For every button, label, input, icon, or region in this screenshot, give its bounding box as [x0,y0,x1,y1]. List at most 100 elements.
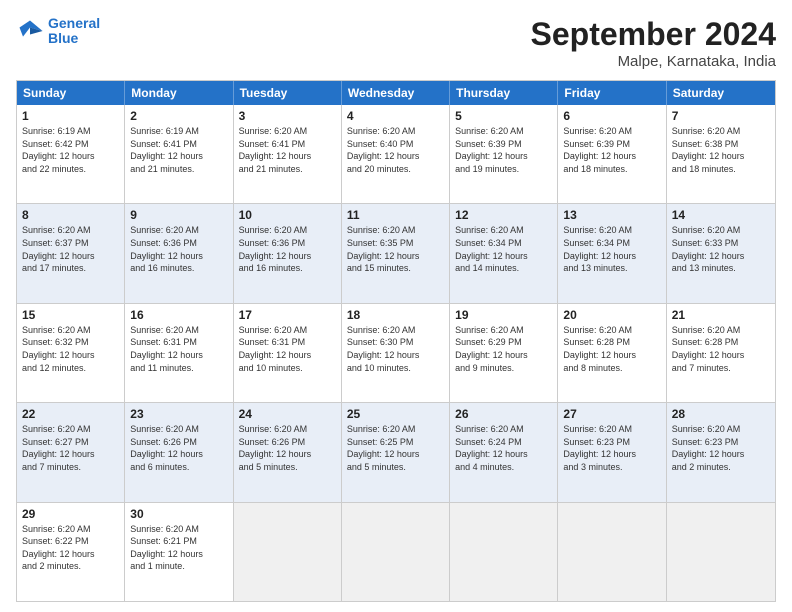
day-number: 11 [347,208,444,222]
day-number: 5 [455,109,552,123]
cal-cell-r0-c3: 4Sunrise: 6:20 AM Sunset: 6:40 PM Daylig… [342,105,450,203]
day-info: Sunrise: 6:19 AM Sunset: 6:41 PM Dayligh… [130,125,227,175]
cal-cell-r3-c1: 23 Sunrise: 6:20 AM Sunset: 6:26 PM Dayli… [125,403,233,501]
cal-cell-r2-c0: 15 Sunrise: 6:20 AM Sunset: 6:32 PM Dayli… [17,304,125,402]
cal-cell-r4-c4 [450,503,558,601]
cal-cell-r4-c2 [234,503,342,601]
header-tuesday: Tuesday [234,81,342,105]
cal-row-0: 1 Sunrise: 6:19 AM Sunset: 6:42 PM Daylig… [17,105,775,203]
day-number: 19 [455,308,552,322]
day-number: 6 [563,109,660,123]
day-info: Sunrise: 6:20 AM Sunset: 6:36 PM Dayligh… [130,224,227,274]
cal-cell-r3-c0: 22 Sunrise: 6:20 AM Sunset: 6:27 PM Dayli… [17,403,125,501]
day-number: 24 [239,407,336,421]
day-number: 20 [563,308,660,322]
day-number: 1 [22,109,119,123]
day-info: Sunrise: 6:20 AM Sunset: 6:21 PM Dayligh… [130,523,227,573]
day-number: 17 [239,308,336,322]
cal-cell-r0-c1: 2 Sunrise: 6:19 AM Sunset: 6:41 PM Daylig… [125,105,233,203]
logo: General Blue [16,16,100,47]
cal-cell-r4-c3 [342,503,450,601]
cal-cell-r3-c2: 24Sunrise: 6:20 AM Sunset: 6:26 PM Dayli… [234,403,342,501]
day-number: 23 [130,407,227,421]
day-number: 22 [22,407,119,421]
day-number: 25 [347,407,444,421]
day-info: Sunrise: 6:20 AM Sunset: 6:32 PM Dayligh… [22,324,119,374]
cal-cell-r0-c5: 6 Sunrise: 6:20 AM Sunset: 6:39 PM Daylig… [558,105,666,203]
day-info: Sunrise: 6:20 AM Sunset: 6:41 PM Dayligh… [239,125,336,175]
day-number: 9 [130,208,227,222]
day-number: 15 [22,308,119,322]
day-number: 29 [22,507,119,521]
cal-cell-r2-c5: 20 Sunrise: 6:20 AM Sunset: 6:28 PM Dayli… [558,304,666,402]
cal-cell-r0-c6: 7Sunrise: 6:20 AM Sunset: 6:38 PM Daylig… [667,105,775,203]
cal-cell-r0-c4: 5 Sunrise: 6:20 AM Sunset: 6:39 PM Daylig… [450,105,558,203]
cal-cell-r1-c6: 14 Sunrise: 6:20 AM Sunset: 6:33 PM Dayli… [667,204,775,302]
day-info: Sunrise: 6:20 AM Sunset: 6:33 PM Dayligh… [672,224,770,274]
day-number: 2 [130,109,227,123]
day-info: Sunrise: 6:20 AM Sunset: 6:23 PM Dayligh… [672,423,770,473]
calendar-body: 1 Sunrise: 6:19 AM Sunset: 6:42 PM Daylig… [17,105,775,601]
day-number: 8 [22,208,119,222]
header-saturday: Saturday [667,81,775,105]
day-info: Sunrise: 6:20 AM Sunset: 6:37 PM Dayligh… [22,224,119,274]
cal-cell-r3-c4: 26Sunrise: 6:20 AM Sunset: 6:24 PM Dayli… [450,403,558,501]
day-info: Sunrise: 6:20 AM Sunset: 6:35 PM Dayligh… [347,224,444,274]
cal-cell-r1-c1: 9 Sunrise: 6:20 AM Sunset: 6:36 PM Daylig… [125,204,233,302]
day-number: 30 [130,507,227,521]
day-number: 16 [130,308,227,322]
calendar-header: Sunday Monday Tuesday Wednesday Thursday… [17,81,775,105]
cal-cell-r2-c1: 16 Sunrise: 6:20 AM Sunset: 6:31 PM Dayli… [125,304,233,402]
location: Malpe, Karnataka, India [531,53,776,70]
day-info: Sunrise: 6:20 AM Sunset: 6:24 PM Dayligh… [455,423,552,473]
day-info: Sunrise: 6:20 AM Sunset: 6:23 PM Dayligh… [563,423,660,473]
day-info: Sunrise: 6:20 AM Sunset: 6:27 PM Dayligh… [22,423,119,473]
day-info: Sunrise: 6:20 AM Sunset: 6:29 PM Dayligh… [455,324,552,374]
logo-icon [16,17,44,45]
cal-cell-r2-c2: 17Sunrise: 6:20 AM Sunset: 6:31 PM Dayli… [234,304,342,402]
cal-cell-r3-c3: 25 Sunrise: 6:20 AM Sunset: 6:25 PM Dayli… [342,403,450,501]
day-number: 14 [672,208,770,222]
day-info: Sunrise: 6:20 AM Sunset: 6:28 PM Dayligh… [563,324,660,374]
cal-cell-r4-c6 [667,503,775,601]
cal-cell-r2-c6: 21Sunrise: 6:20 AM Sunset: 6:28 PM Dayli… [667,304,775,402]
cal-cell-r1-c3: 11 Sunrise: 6:20 AM Sunset: 6:35 PM Dayli… [342,204,450,302]
day-info: Sunrise: 6:20 AM Sunset: 6:25 PM Dayligh… [347,423,444,473]
day-info: Sunrise: 6:19 AM Sunset: 6:42 PM Dayligh… [22,125,119,175]
day-info: Sunrise: 6:20 AM Sunset: 6:36 PM Dayligh… [239,224,336,274]
day-info: Sunrise: 6:20 AM Sunset: 6:30 PM Dayligh… [347,324,444,374]
cal-cell-r4-c5 [558,503,666,601]
day-info: Sunrise: 6:20 AM Sunset: 6:26 PM Dayligh… [130,423,227,473]
day-info: Sunrise: 6:20 AM Sunset: 6:22 PM Dayligh… [22,523,119,573]
day-number: 27 [563,407,660,421]
cal-cell-r4-c0: 29 Sunrise: 6:20 AM Sunset: 6:22 PM Dayli… [17,503,125,601]
cal-cell-r1-c2: 10Sunrise: 6:20 AM Sunset: 6:36 PM Dayli… [234,204,342,302]
cal-cell-r0-c0: 1 Sunrise: 6:19 AM Sunset: 6:42 PM Daylig… [17,105,125,203]
day-info: Sunrise: 6:20 AM Sunset: 6:38 PM Dayligh… [672,125,770,175]
cal-cell-r2-c4: 19 Sunrise: 6:20 AM Sunset: 6:29 PM Dayli… [450,304,558,402]
day-number: 3 [239,109,336,123]
day-number: 4 [347,109,444,123]
header-monday: Monday [125,81,233,105]
day-number: 18 [347,308,444,322]
title-area: September 2024 Malpe, Karnataka, India [531,16,776,70]
page: General Blue September 2024 Malpe, Karna… [0,0,792,612]
logo-text: General Blue [48,16,100,47]
day-number: 12 [455,208,552,222]
header-thursday: Thursday [450,81,558,105]
cal-row-3: 22 Sunrise: 6:20 AM Sunset: 6:27 PM Dayli… [17,402,775,501]
cal-row-1: 8 Sunrise: 6:20 AM Sunset: 6:37 PM Daylig… [17,203,775,302]
cal-cell-r1-c4: 12Sunrise: 6:20 AM Sunset: 6:34 PM Dayli… [450,204,558,302]
cal-cell-r1-c0: 8 Sunrise: 6:20 AM Sunset: 6:37 PM Daylig… [17,204,125,302]
day-info: Sunrise: 6:20 AM Sunset: 6:39 PM Dayligh… [563,125,660,175]
calendar: Sunday Monday Tuesday Wednesday Thursday… [16,80,776,602]
cal-row-4: 29 Sunrise: 6:20 AM Sunset: 6:22 PM Dayli… [17,502,775,601]
cal-cell-r1-c5: 13Sunrise: 6:20 AM Sunset: 6:34 PM Dayli… [558,204,666,302]
day-info: Sunrise: 6:20 AM Sunset: 6:34 PM Dayligh… [563,224,660,274]
day-info: Sunrise: 6:20 AM Sunset: 6:28 PM Dayligh… [672,324,770,374]
cal-cell-r2-c3: 18 Sunrise: 6:20 AM Sunset: 6:30 PM Dayli… [342,304,450,402]
header-friday: Friday [558,81,666,105]
day-info: Sunrise: 6:20 AM Sunset: 6:31 PM Dayligh… [130,324,227,374]
cal-cell-r3-c5: 27 Sunrise: 6:20 AM Sunset: 6:23 PM Dayli… [558,403,666,501]
day-info: Sunrise: 6:20 AM Sunset: 6:39 PM Dayligh… [455,125,552,175]
